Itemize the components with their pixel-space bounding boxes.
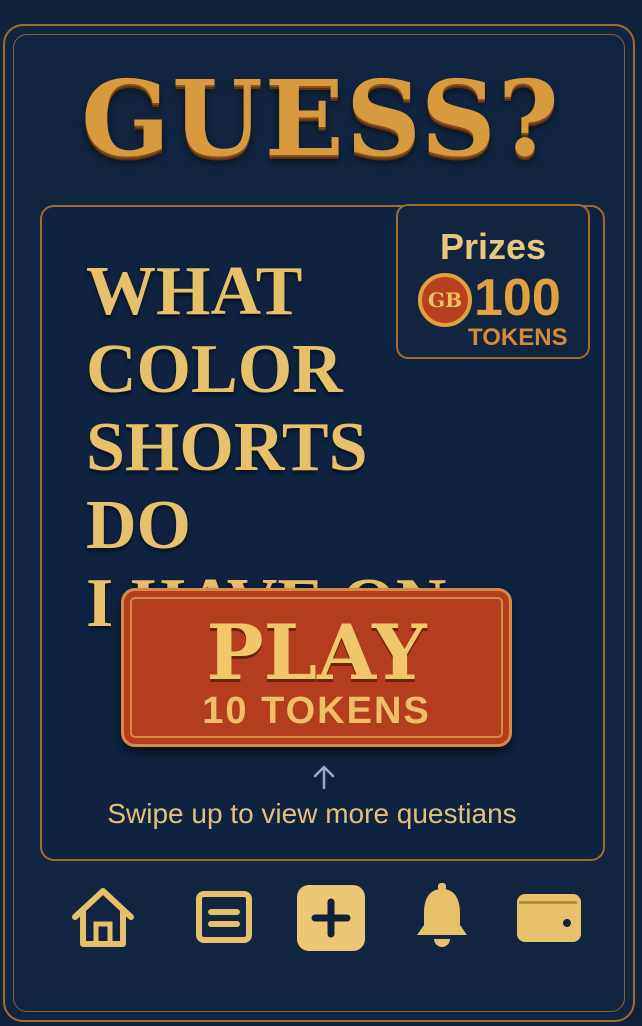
question-line: COLOR [86,331,343,408]
play-cost: 10 TOKENS [202,690,431,732]
wallet-icon [516,893,582,943]
nav-wallet[interactable] [516,893,582,943]
play-label: PLAY [206,608,427,697]
bell-icon [414,883,470,949]
swipe-hint: Swipe up to view more questians [107,798,517,829]
home-icon [70,885,136,949]
arrow-up-icon[interactable] [312,764,336,790]
list-icon [196,891,252,943]
play-button[interactable]: PLAY 10 TOKENS [121,588,512,747]
prize-amount: 100 [474,269,561,327]
question-text: WHAT COLOR SHORTS DO I HAVE ON [86,253,476,643]
plus-icon [296,884,366,952]
question-line: SHORTS DO [86,409,368,564]
prize-unit: TOKENS [468,324,568,351]
nav-list[interactable] [196,891,252,943]
nav-home[interactable] [70,885,136,949]
nav-add[interactable] [296,884,366,952]
app-title: GUESS? [81,57,561,180]
question-line: WHAT [86,253,303,330]
nav-notifications[interactable] [414,883,470,949]
